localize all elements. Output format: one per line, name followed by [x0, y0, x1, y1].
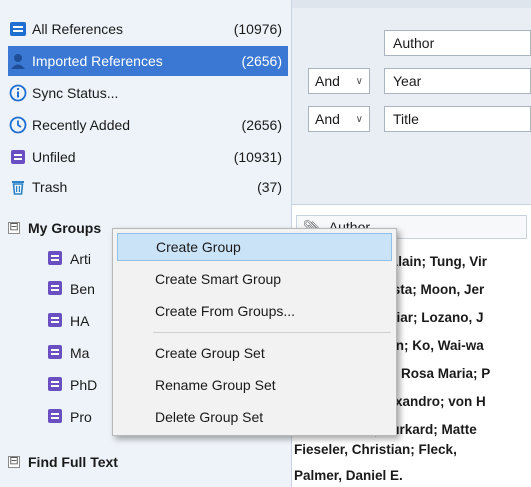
- group-item[interactable]: Ma: [46, 338, 89, 368]
- menu-item-create-from-groups[interactable]: Create From Groups...: [117, 297, 392, 325]
- group-item[interactable]: Arti: [46, 244, 91, 274]
- group-label: Arti: [70, 251, 91, 267]
- group-label: HA: [70, 313, 90, 329]
- menu-item-delete-group-set[interactable]: Delete Group Set: [117, 403, 392, 431]
- group-label: Pro: [70, 409, 92, 425]
- library-item-label: Sync Status...: [32, 85, 119, 101]
- library-item-all-references[interactable]: All References (10976): [8, 14, 288, 44]
- library-item-label: Unfiled: [32, 149, 76, 165]
- chevron-down-icon: ∨: [355, 113, 363, 125]
- group-label: Ma: [70, 345, 90, 361]
- group-icon: [46, 375, 66, 395]
- library-item-count: (10976): [233, 21, 282, 37]
- clock-icon: [8, 115, 28, 135]
- library-item-count: (2656): [241, 117, 282, 133]
- menu-separator: [153, 332, 391, 333]
- library-item-recently-added[interactable]: Recently Added (2656): [8, 110, 288, 140]
- chevron-down-icon: ∨: [355, 75, 363, 87]
- author-cell[interactable]: Fieseler, Christian; Fleck,: [294, 437, 457, 461]
- menu-item-create-group[interactable]: Create Group: [117, 233, 392, 261]
- operator-label: And: [315, 73, 340, 89]
- group-icon: [46, 249, 66, 269]
- group-label: Ben: [70, 281, 95, 297]
- group-label: PhD: [70, 377, 98, 393]
- menu-item-create-group-set[interactable]: Create Group Set: [117, 339, 392, 367]
- group-item[interactable]: Ben: [46, 274, 95, 304]
- boolean-operator-select[interactable]: And ∨: [308, 106, 370, 132]
- search-field-2[interactable]: Year: [384, 68, 531, 94]
- context-menu: Create Group Create Smart Group Create F…: [112, 228, 397, 436]
- library-item-label: All References: [32, 21, 124, 37]
- menu-item-rename-group-set[interactable]: Rename Group Set: [117, 371, 392, 399]
- library-item-count: (2656): [241, 53, 282, 69]
- library-item-sync-status[interactable]: Sync Status...: [8, 78, 288, 108]
- group-item[interactable]: HA: [46, 306, 89, 336]
- group-icon: [46, 279, 66, 299]
- boolean-operator-select[interactable]: And ∨: [308, 68, 370, 94]
- collapse-icon[interactable]: ⊟: [8, 222, 20, 234]
- operator-label: And: [315, 111, 340, 127]
- find-full-text-label: Find Full Text: [28, 454, 118, 470]
- my-groups-label: My Groups: [28, 220, 102, 236]
- group-item[interactable]: Pro: [46, 402, 92, 432]
- group-icon: [46, 407, 66, 427]
- book-stack-icon: [8, 19, 28, 39]
- find-full-text-header[interactable]: ⊟ Find Full Text: [8, 448, 288, 476]
- unfiled-book-icon: [8, 147, 28, 167]
- search-field-1[interactable]: Author: [384, 30, 531, 56]
- library-item-label: Trash: [32, 179, 68, 195]
- person-icon: [8, 51, 28, 71]
- search-panel: Author And ∨ Year And ∨ Title: [292, 0, 531, 205]
- search-field-3[interactable]: Title: [384, 106, 531, 132]
- trash-icon: [8, 177, 28, 197]
- library-item-imported-references[interactable]: Imported References (2656): [8, 46, 288, 76]
- group-icon: [46, 311, 66, 331]
- collapse-icon[interactable]: ⊟: [8, 456, 20, 468]
- author-cell[interactable]: Palmer, Daniel E.: [294, 463, 403, 487]
- library-item-count: (10931): [233, 149, 282, 165]
- library-item-label: Recently Added: [32, 117, 131, 133]
- library-item-label: Imported References: [32, 53, 163, 69]
- info-icon: [8, 83, 28, 103]
- library-item-trash[interactable]: Trash (37): [8, 172, 288, 202]
- tab-strip: [292, 0, 531, 8]
- group-item[interactable]: PhD: [46, 370, 97, 400]
- library-item-unfiled[interactable]: Unfiled (10931): [8, 142, 288, 172]
- group-icon: [46, 343, 66, 363]
- library-item-count: (37): [257, 179, 282, 195]
- menu-item-create-smart-group[interactable]: Create Smart Group: [117, 265, 392, 293]
